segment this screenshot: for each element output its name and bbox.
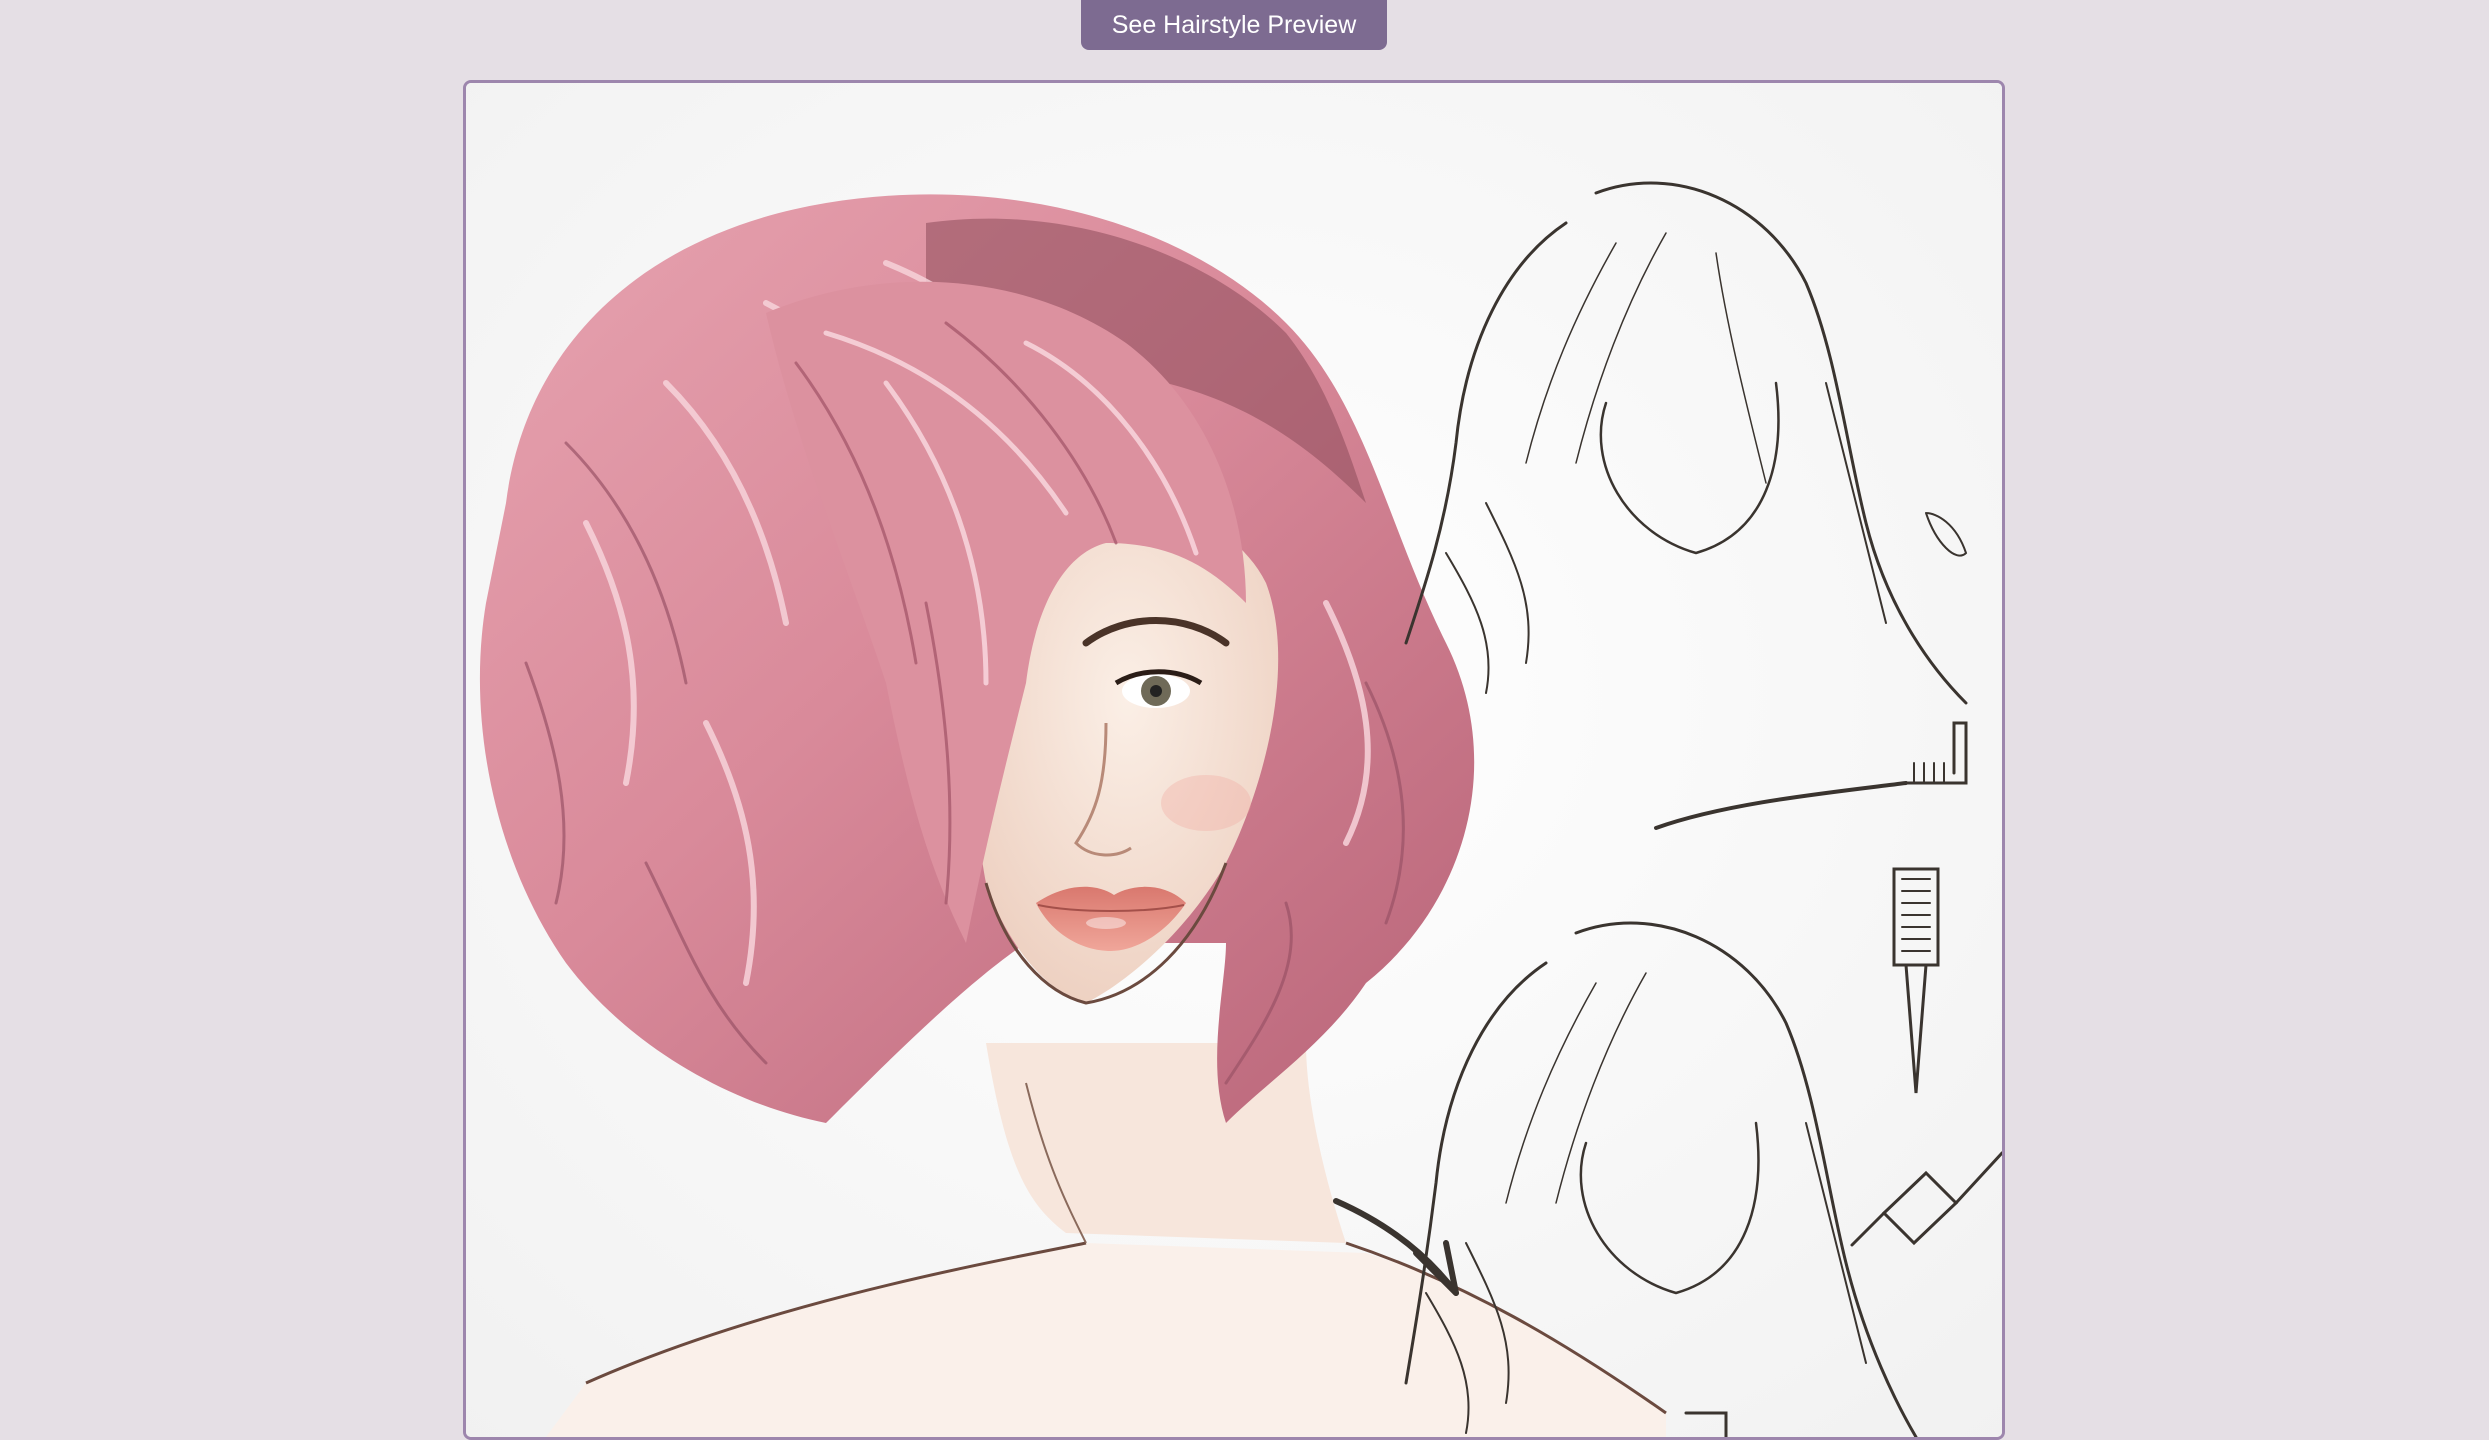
hairstyle-preview-frame: [463, 80, 2005, 1440]
hairstyle-illustration: [466, 83, 2002, 1437]
see-hairstyle-preview-button[interactable]: See Hairstyle Preview: [1081, 0, 1387, 50]
